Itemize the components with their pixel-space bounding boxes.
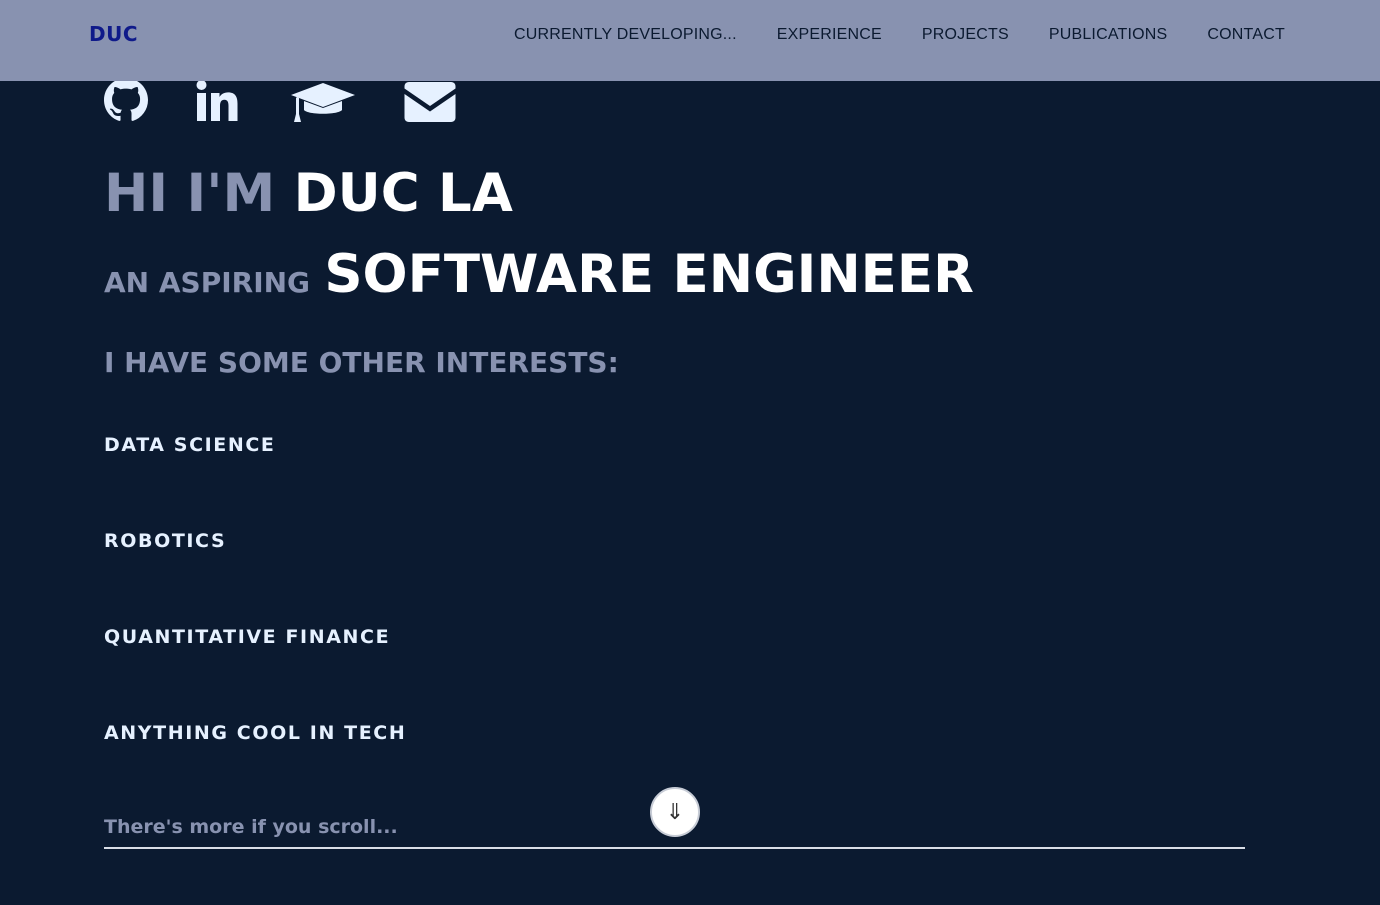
navbar: DUC CURRENTLY DEVELOPING... EXPERIENCE P… — [0, 0, 1380, 81]
role-prefix: AN ASPIRING — [104, 266, 311, 299]
interest-item-robotics: ROBOTICS — [104, 530, 227, 552]
greeting-heading: HI I'M DUC LA — [104, 162, 513, 226]
brand-logo[interactable]: DUC — [89, 22, 138, 46]
linkedin-icon[interactable] — [196, 80, 242, 122]
interest-item-quantitative-finance: QUANTITATIVE FINANCE — [104, 626, 391, 648]
nav-link-publications[interactable]: PUBLICATIONS — [1049, 26, 1168, 44]
nav-link-contact[interactable]: CONTACT — [1207, 26, 1285, 44]
role-heading: AN ASPIRING SOFTWARE ENGINEER — [104, 244, 974, 305]
github-icon[interactable] — [104, 78, 148, 122]
nav-links: CURRENTLY DEVELOPING... EXPERIENCE PROJE… — [514, 26, 1285, 44]
interest-item-data-science: DATA SCIENCE — [104, 434, 276, 456]
scroll-down-button[interactable]: ⇓ — [650, 787, 700, 837]
nav-link-currently-developing[interactable]: CURRENTLY DEVELOPING... — [514, 26, 737, 44]
email-icon[interactable] — [404, 81, 456, 123]
page: DUC CURRENTLY DEVELOPING... EXPERIENCE P… — [0, 0, 1380, 905]
scroll-hint: There's more if you scroll... — [104, 816, 398, 838]
graduation-cap-icon[interactable] — [290, 81, 356, 123]
name-text: DUC LA — [293, 163, 513, 224]
interests-title: I HAVE SOME OTHER INTERESTS: — [104, 346, 619, 379]
greeting-text: HI I'M — [104, 163, 276, 224]
social-links — [104, 78, 456, 123]
scroll-divider — [104, 847, 1245, 849]
double-arrow-down-icon: ⇓ — [665, 799, 685, 825]
nav-link-projects[interactable]: PROJECTS — [922, 26, 1009, 44]
nav-link-experience[interactable]: EXPERIENCE — [777, 26, 882, 44]
role-title: SOFTWARE ENGINEER — [324, 244, 974, 305]
interest-item-cool-tech: ANYTHING COOL IN TECH — [104, 722, 407, 744]
